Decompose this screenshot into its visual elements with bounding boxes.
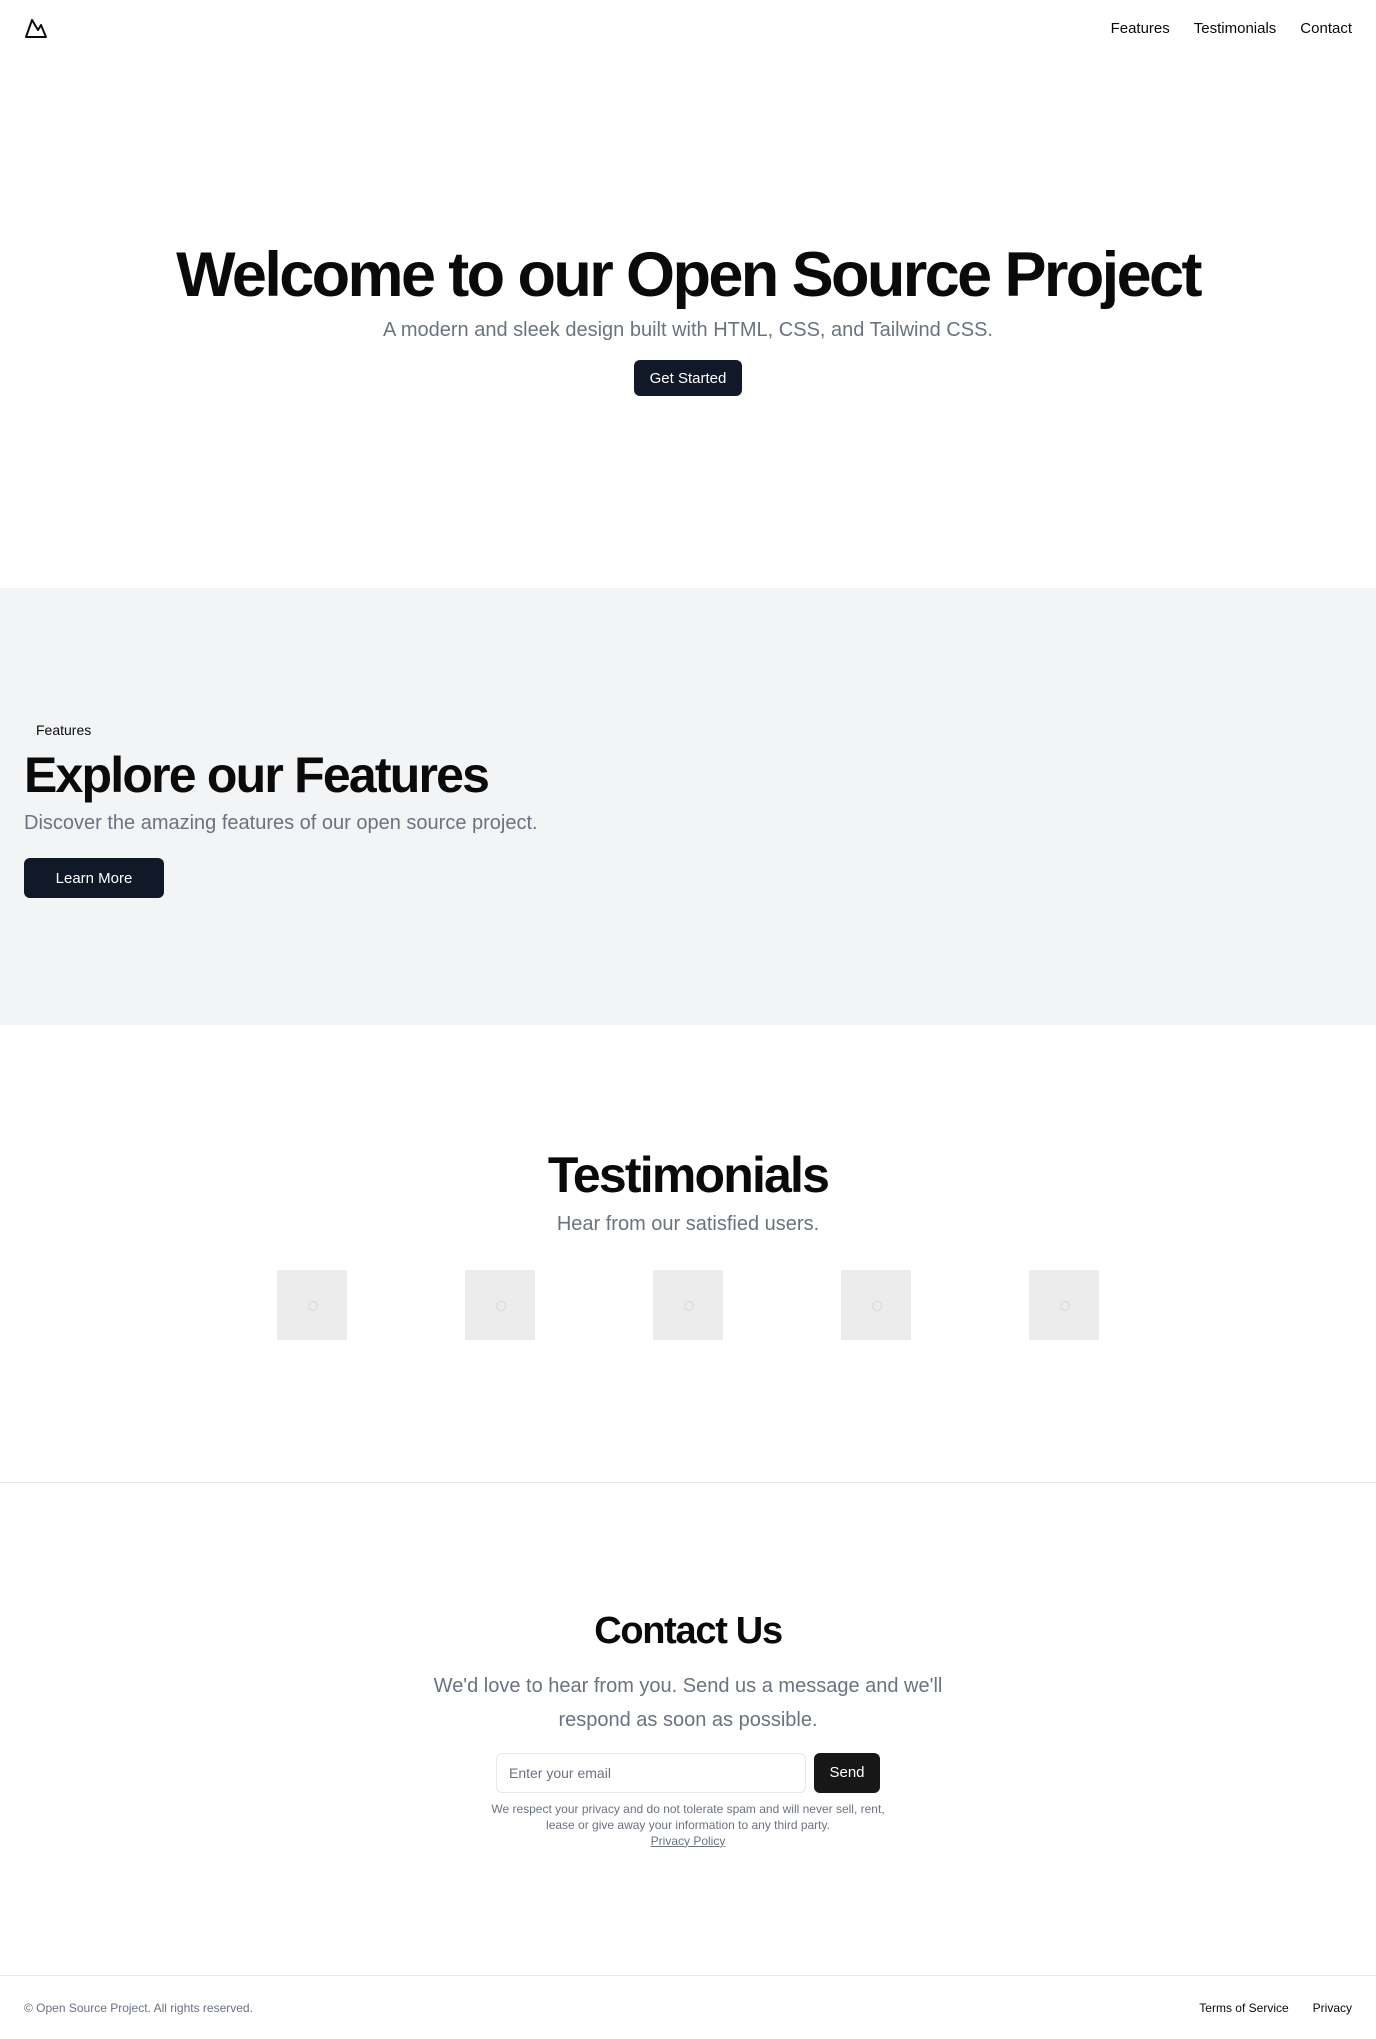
contact-section: Contact Us We'd love to hear from you. S… [0, 1483, 1376, 1975]
testimonial-avatars [277, 1270, 1099, 1340]
avatar-placeholder [653, 1270, 723, 1340]
copyright-text: © Open Source Project. All rights reserv… [24, 2000, 253, 2015]
privacy-link[interactable]: Privacy [1313, 2001, 1352, 2015]
logo-link[interactable] [24, 16, 48, 40]
contact-title: Contact Us [594, 1610, 783, 1652]
nav-link-features[interactable]: Features [1111, 20, 1170, 37]
hero-title: Welcome to our Open Source Project [176, 240, 1202, 310]
avatar-placeholder [277, 1270, 347, 1340]
site-footer: © Open Source Project. All rights reserv… [0, 1975, 1376, 2039]
features-subtitle: Discover the amazing features of our ope… [24, 812, 538, 834]
avatar-placeholder [465, 1270, 535, 1340]
send-button[interactable]: Send [814, 1752, 880, 1793]
nav-link-testimonials[interactable]: Testimonials [1194, 20, 1277, 37]
footer-links: Terms of Service Privacy [1199, 2001, 1352, 2015]
features-section: Features Explore our Features Discover t… [0, 588, 1376, 1025]
features-title: Explore our Features [24, 747, 490, 803]
avatar-placeholder [1029, 1270, 1099, 1340]
terms-link[interactable]: Terms of Service [1199, 2001, 1288, 2015]
learn-more-button[interactable]: Learn More [24, 858, 164, 898]
privacy-note-block: We respect your privacy and do not toler… [488, 1801, 888, 1849]
site-header: Features Testimonials Contact [0, 0, 1376, 56]
testimonials-subtitle: Hear from our satisfied users. [556, 1213, 820, 1235]
avatar-placeholder [841, 1270, 911, 1340]
email-input[interactable] [496, 1752, 806, 1793]
testimonials-title: Testimonials [547, 1147, 830, 1203]
hero-subtitle: A modern and sleek design built with HTM… [383, 319, 993, 341]
nav-link-contact[interactable]: Contact [1300, 20, 1352, 37]
contact-form: Send [496, 1752, 880, 1793]
get-started-button[interactable]: Get Started [633, 360, 743, 396]
privacy-policy-link[interactable]: Privacy Policy [651, 1834, 726, 1848]
contact-lead: We'd love to hear from you. Send us a me… [433, 1674, 943, 1731]
testimonials-section: Testimonials Hear from our satisfied use… [0, 1025, 1376, 1483]
features-badge: Features [36, 722, 92, 738]
mountain-icon [25, 19, 47, 38]
privacy-note: We respect your privacy and do not toler… [491, 1801, 885, 1832]
hero-section: Welcome to our Open Source Project A mod… [0, 56, 1376, 588]
main-nav: Features Testimonials Contact [1111, 20, 1352, 37]
